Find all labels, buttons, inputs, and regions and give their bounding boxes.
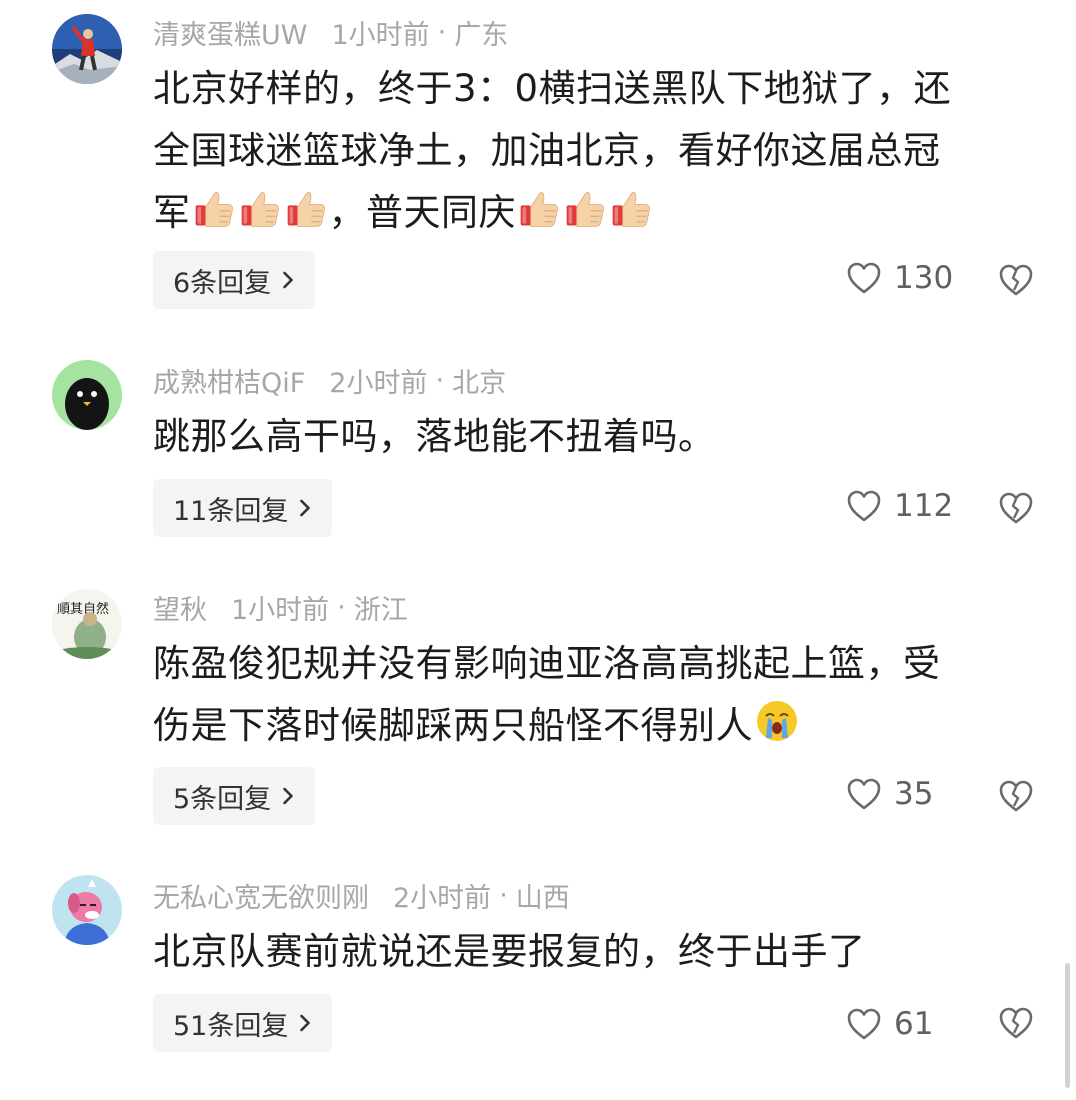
timestamp: 2小时前 — [329, 367, 428, 399]
comment-text: 北京队赛前就说还是要报复的，终于出手了 — [153, 921, 1053, 983]
like-button[interactable]: 130 — [846, 260, 953, 296]
view-replies-button[interactable]: 11条回复 — [153, 479, 333, 537]
avatar[interactable]: 順其自然 — [52, 589, 122, 659]
separator-dot: · — [499, 879, 508, 911]
username[interactable]: 清爽蛋糕UW — [153, 13, 307, 52]
thumbs-up-emoji-icon — [609, 187, 653, 231]
username[interactable]: 望秋 — [153, 588, 207, 627]
comment-text-line: 北京好样的，终于3：0横扫送黑队下地狱了，还 — [153, 67, 952, 110]
timestamp: 1小时前 — [331, 19, 430, 51]
crying-face-emoji-icon — [757, 701, 797, 741]
like-count: 112 — [894, 488, 954, 524]
comment-text-segment: ，普天同庆 — [328, 191, 516, 234]
heart-outline-icon — [846, 489, 882, 523]
like-count: 35 — [894, 776, 934, 812]
like-count: 61 — [894, 1006, 934, 1042]
avatar-image-icon: 順其自然 — [52, 589, 122, 659]
comment-text-segment: 军 — [153, 191, 191, 234]
comment-meta: 无私心宽无欲则刚 2小时前 · 山西 — [153, 875, 570, 915]
broken-heart-icon[interactable] — [998, 1006, 1034, 1040]
timestamp: 1小时前 — [231, 594, 330, 626]
thumbs-up-emoji-icon — [192, 187, 236, 231]
separator-dot: · — [435, 364, 445, 396]
broken-heart-icon[interactable] — [998, 491, 1034, 525]
location: 浙江 — [353, 594, 408, 626]
view-replies-button[interactable]: 5条回复 — [153, 767, 316, 825]
replies-count: 6条回复 — [173, 267, 272, 299]
replies-count: 5条回复 — [173, 783, 272, 815]
heart-outline-icon — [846, 261, 882, 295]
timestamp: 2小时前 — [393, 882, 492, 914]
thumbs-up-emoji-icon — [517, 187, 561, 231]
comment-text: 陈盈俊犯规并没有影响迪亚洛高高挑起上篮，受 伤是下落时候脚踩两只船怪不得别人 — [153, 633, 1053, 757]
comment-text-segment: 伤是下落时候脚踩两只船怪不得别人 — [153, 704, 753, 747]
location: 北京 — [452, 367, 507, 399]
avatar-image-icon — [52, 875, 122, 945]
replies-count: 51条回复 — [173, 1010, 289, 1042]
chevron-right-icon — [298, 497, 312, 519]
view-replies-button[interactable]: 51条回复 — [153, 994, 333, 1052]
location: 广东 — [454, 19, 509, 51]
like-button[interactable]: 61 — [846, 1006, 933, 1042]
comment-text-line: 跳那么高干吗，落地能不扭着吗。 — [153, 415, 716, 458]
separator-dot: · — [437, 16, 447, 48]
chevron-right-icon — [281, 269, 295, 291]
comment-text: 北京好样的，终于3：0横扫送黑队下地狱了，还 全国球迷篮球净土，加油北京，看好你… — [153, 58, 1053, 244]
heart-outline-icon — [846, 777, 882, 811]
replies-count: 11条回复 — [173, 495, 289, 527]
thumbs-up-emoji-icon — [563, 187, 607, 231]
chevron-right-icon — [281, 785, 295, 807]
view-replies-button[interactable]: 6条回复 — [153, 251, 316, 309]
avatar-image-icon — [52, 360, 122, 430]
thumbs-up-emoji-icon — [238, 187, 282, 231]
comment-meta: 清爽蛋糕UW 1小时前 · 广东 — [153, 12, 508, 52]
like-button[interactable]: 112 — [846, 488, 953, 524]
comment-text-line: 全国球迷篮球净土，加油北京，看好你这届总冠 — [153, 129, 941, 172]
like-count: 130 — [894, 260, 954, 296]
comment-meta: 望秋 1小时前 · 浙江 — [153, 587, 408, 627]
chevron-right-icon — [298, 1012, 312, 1034]
broken-heart-icon[interactable] — [998, 263, 1034, 297]
separator-dot: · — [337, 591, 346, 623]
thumbs-up-emoji-icon — [284, 187, 328, 231]
username[interactable]: 成熟柑桔QiF — [153, 361, 305, 400]
heart-outline-icon — [846, 1007, 882, 1041]
avatar[interactable] — [52, 14, 122, 84]
comment-text-line: 北京队赛前就说还是要报复的，终于出手了 — [153, 930, 866, 973]
broken-heart-icon[interactable] — [998, 779, 1034, 813]
comment-text: 跳那么高干吗，落地能不扭着吗。 — [153, 406, 1053, 468]
scrollbar[interactable] — [1065, 963, 1070, 1088]
location: 山西 — [515, 882, 570, 914]
avatar-calligraphy: 順其自然 — [57, 601, 109, 617]
comment-text-line: 军 ，普天同庆 — [153, 182, 1053, 244]
avatar-image-icon — [52, 14, 122, 84]
comment-meta: 成熟柑桔QiF 2小时前 · 北京 — [153, 360, 506, 400]
like-button[interactable]: 35 — [846, 776, 933, 812]
username[interactable]: 无私心宽无欲则刚 — [153, 876, 369, 915]
comment-text-line: 陈盈俊犯规并没有影响迪亚洛高高挑起上篮，受 — [153, 642, 941, 685]
avatar[interactable] — [52, 360, 122, 430]
avatar[interactable] — [52, 875, 122, 945]
comment-text-line: 伤是下落时候脚踩两只船怪不得别人 — [153, 695, 1053, 757]
